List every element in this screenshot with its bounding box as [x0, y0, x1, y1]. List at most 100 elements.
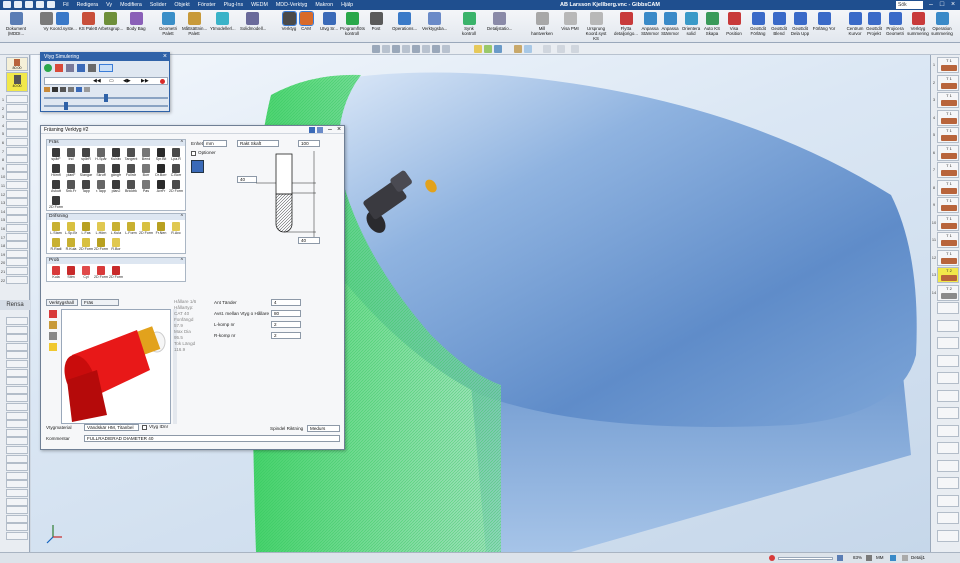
stop-icon[interactable] [769, 555, 775, 561]
menu-item[interactable]: Redigera [77, 2, 99, 8]
speed-dropdown[interactable] [99, 64, 113, 72]
ribbon-button[interactable]: GeoEdit Dela Upp [788, 12, 812, 36]
tool-type-button[interactable]: AvrFr [154, 180, 168, 195]
tool-slot-empty[interactable] [6, 463, 28, 472]
tool-slot-empty[interactable] [937, 424, 959, 437]
fit-view-icon[interactable] [412, 45, 420, 53]
tool-type-button[interactable]: Slangar [79, 164, 93, 179]
tool-type-button[interactable]: Snk.Fr [64, 180, 78, 195]
tool-type-button[interactable]: 2D Form [49, 196, 63, 211]
collapse-icon[interactable]: ^ [181, 258, 183, 264]
ribbon-button[interactable]: Solidmodell... [240, 12, 266, 31]
tool-slot-empty[interactable] [6, 215, 28, 224]
tool-slot-empty[interactable] [937, 354, 959, 367]
tool-type-button[interactable]: 2D Form [94, 266, 108, 281]
close-icon[interactable]: × [949, 1, 957, 9]
redo-icon[interactable] [36, 1, 44, 8]
tool-slot-empty[interactable] [6, 403, 28, 411]
tool-slot-empty[interactable] [6, 471, 28, 480]
tool-preview-icon[interactable] [191, 160, 204, 173]
rotate-icon[interactable] [392, 45, 400, 53]
lighting-icon[interactable] [514, 45, 522, 53]
tool-slot-empty[interactable] [6, 480, 28, 489]
tool-type-button[interactable]: Spr.Bit [154, 148, 168, 163]
menu-item[interactable]: Fönster [198, 2, 216, 8]
tool-type-button[interactable]: R.Avc [169, 222, 183, 237]
tool-slot[interactable]: T 2 [937, 284, 959, 301]
tool-type-button[interactable]: H-Spår [94, 148, 108, 163]
tool-slot[interactable]: T 1 [937, 92, 959, 108]
tool-type-button[interactable]: Cyl [79, 266, 93, 281]
tool-slot-empty[interactable] [937, 477, 959, 489]
tool-type-button[interactable]: L.Form [124, 222, 138, 237]
pan-icon[interactable] [382, 45, 390, 53]
ribbon-button[interactable]: Måttsättnin... Palett [182, 12, 207, 36]
dim-40-input[interactable]: 40 [237, 176, 257, 183]
tool-type-button[interactable]: 2D Form [94, 238, 108, 253]
tool-slot-empty[interactable] [6, 249, 28, 258]
close-icon[interactable]: × [163, 53, 167, 61]
ribbon-button[interactable]: Dokument (MDDI... [4, 12, 28, 36]
ribbon-button[interactable]: Visa Position [722, 12, 746, 36]
tool-type-button[interactable]: L.Kula [109, 222, 123, 237]
stop-icon[interactable] [55, 64, 63, 72]
tool-type-button[interactable]: Avkutt [49, 180, 63, 195]
tool-slot-empty[interactable] [6, 163, 28, 172]
dim-100-input[interactable]: 100 [298, 140, 320, 147]
tool-type-button[interactable]: Stim [64, 266, 78, 281]
spindle-icon[interactable] [68, 87, 74, 92]
grid-icon[interactable] [557, 45, 565, 53]
tool-slot-empty[interactable] [6, 146, 28, 155]
rensa-button[interactable]: Rensa [0, 300, 30, 310]
tool-slot-empty[interactable] [6, 138, 28, 146]
undo-icon[interactable] [25, 1, 33, 8]
view-icon[interactable] [837, 555, 843, 561]
tool-slot-empty[interactable] [6, 394, 28, 403]
tool-slot-2[interactable]: 40.00 [6, 72, 28, 92]
snap-icon[interactable] [571, 45, 579, 53]
tool-type-button[interactable]: 2D Form [139, 222, 153, 237]
menu-item[interactable]: Fil [63, 2, 69, 8]
tool-slot-empty[interactable] [937, 337, 959, 349]
tool-type-button[interactable]: Lpa.R [169, 148, 183, 163]
part-icon[interactable] [902, 555, 908, 561]
tool-slot-empty[interactable] [937, 494, 959, 507]
zoom-icon[interactable] [866, 555, 872, 561]
menu-item[interactable]: Solider [150, 2, 167, 8]
tool-type-button[interactable]: L.Hörn [94, 222, 108, 237]
tool-type-button[interactable]: 2D Form [169, 180, 183, 195]
holder-red-icon[interactable] [49, 310, 57, 318]
tool-slot-empty[interactable] [6, 155, 28, 164]
tool-slot[interactable]: T 1 [937, 179, 959, 196]
holder-yellow-icon[interactable] [49, 343, 57, 351]
tool-type-button[interactable]: Bend [139, 148, 153, 163]
holder-select[interactable]: Verktygshall [46, 299, 78, 306]
ribbon-button[interactable]: Arbetsgrup... [98, 12, 123, 31]
ribbon-button[interactable]: Geometri Palett [156, 12, 180, 36]
tool-type-button[interactable]: planF [64, 164, 78, 179]
tool-slot[interactable]: T 1 [937, 144, 959, 161]
holder-type-select[interactable]: Fräs [81, 299, 119, 306]
tool-slot-empty[interactable] [937, 319, 959, 332]
ribbon-button[interactable]: Operation summering [930, 12, 954, 36]
ribbon-button[interactable]: Mill hantverken [530, 12, 554, 36]
tool-slot-empty[interactable] [6, 258, 28, 267]
drifsning-group-header[interactable]: Drifsning ^ [47, 214, 185, 220]
tool-slot-1[interactable]: 80.00 [6, 57, 28, 71]
tool-slot-empty[interactable] [6, 241, 28, 250]
ribbon-button[interactable]: Visa PMI [558, 12, 582, 31]
tool-slot-empty[interactable] [937, 459, 959, 472]
tool-type-button[interactable]: spårF [49, 148, 63, 163]
frame-icon[interactable]: ▭ [109, 79, 114, 84]
tool-slot-empty[interactable] [6, 497, 28, 506]
tool-slot-empty[interactable] [6, 514, 28, 523]
tool-type-button[interactable]: Dr.Borr [154, 164, 168, 179]
tool-slot-empty[interactable] [6, 172, 28, 181]
optioner-checkbox[interactable] [191, 151, 196, 156]
ribbon-button[interactable]: Verktyg summering [906, 12, 930, 36]
tool-slot-empty[interactable] [6, 420, 28, 429]
play-icon[interactable] [44, 64, 52, 72]
view-top-icon[interactable] [422, 45, 430, 53]
unit-icon[interactable] [890, 555, 896, 561]
tool-slot-empty[interactable] [6, 120, 28, 129]
